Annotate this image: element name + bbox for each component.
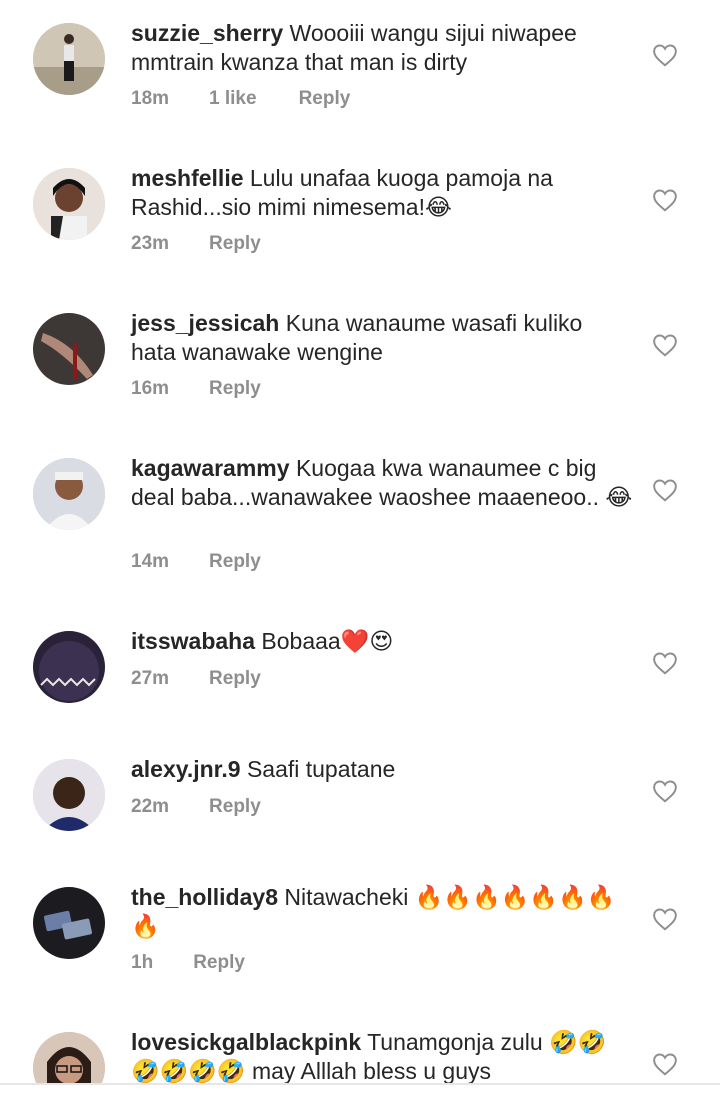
- bottom-divider: [0, 1083, 720, 1085]
- comment-username[interactable]: lovesickgalblackpink: [131, 1029, 361, 1055]
- heart-outline-icon[interactable]: [652, 1052, 678, 1076]
- comment-text: lovesickgalblackpink Tunamgonja zulu 🤣🤣🤣…: [131, 1028, 631, 1083]
- comment-item: lovesickgalblackpink Tunamgonja zulu 🤣🤣🤣…: [0, 0, 720, 1083]
- avatar[interactable]: [33, 1032, 105, 1083]
